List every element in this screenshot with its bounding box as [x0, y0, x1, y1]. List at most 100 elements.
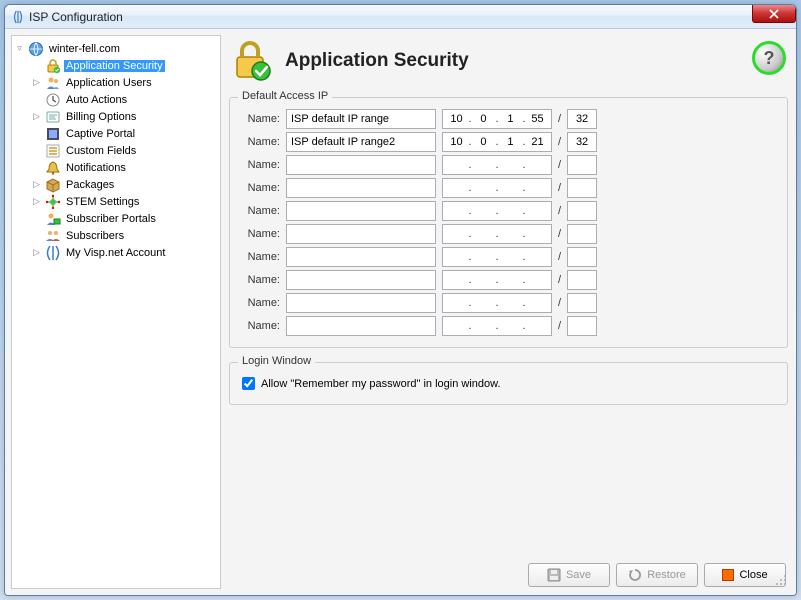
- fields-icon: [45, 143, 61, 159]
- expand-icon[interactable]: [31, 128, 42, 139]
- tree-item[interactable]: ▷ Packages: [14, 176, 218, 193]
- tree-item[interactable]: Custom Fields: [14, 142, 218, 159]
- expand-icon[interactable]: ▷: [31, 179, 42, 190]
- ip-address-input[interactable]: ...: [442, 270, 552, 290]
- ip-access-row: Name:.../: [240, 224, 777, 244]
- lock-green-icon: [45, 58, 61, 74]
- tree-item[interactable]: ▷My Visp.net Account: [14, 244, 218, 261]
- ip-address-input[interactable]: ...: [442, 293, 552, 313]
- visp-icon: [45, 245, 61, 261]
- cidr-mask-input[interactable]: [567, 247, 597, 267]
- tree-item-label: Notifications: [64, 162, 128, 174]
- tree-root[interactable]: ▿ winter-fell.com: [14, 40, 218, 57]
- ip-name-input[interactable]: [286, 132, 436, 152]
- save-icon: [547, 568, 561, 582]
- globe-icon: [28, 41, 44, 57]
- stop-icon: [722, 569, 734, 581]
- ip-address-input[interactable]: ...: [442, 178, 552, 198]
- isp-config-window: ISP Configuration ▿ winter-fell.com Appl…: [4, 4, 797, 596]
- app-icon: [11, 10, 25, 24]
- ip-address-input[interactable]: ...: [442, 201, 552, 221]
- ip-name-input[interactable]: [286, 224, 436, 244]
- expand-icon[interactable]: ▿: [14, 43, 25, 54]
- page-title: Application Security: [285, 50, 469, 72]
- tree-item-label: Packages: [64, 179, 116, 191]
- help-button[interactable]: ?: [752, 41, 786, 75]
- stem-icon: [45, 194, 61, 210]
- tree-item[interactable]: ▷ STEM Settings: [14, 193, 218, 210]
- tree-item-label: Custom Fields: [64, 145, 138, 157]
- close-button[interactable]: Close: [704, 563, 786, 587]
- tree-item[interactable]: Subscriber Portals: [14, 210, 218, 227]
- close-icon: [769, 9, 779, 19]
- ip-access-row: Name:10.0.1.55/: [240, 109, 777, 129]
- save-button[interactable]: Save: [528, 563, 610, 587]
- group-legend: Login Window: [238, 355, 315, 367]
- cidr-mask-input[interactable]: [567, 316, 597, 336]
- expand-icon[interactable]: ▷: [31, 196, 42, 207]
- tree-item[interactable]: Application Security: [14, 57, 218, 74]
- main-panel: Application Security ? Default Access IP…: [227, 35, 790, 589]
- tree-item-label: Application Users: [64, 77, 154, 89]
- ip-address-input[interactable]: ...: [442, 224, 552, 244]
- ip-name-input[interactable]: [286, 293, 436, 313]
- cidr-mask-input[interactable]: [567, 132, 597, 152]
- ip-name-input[interactable]: [286, 155, 436, 175]
- tree-item[interactable]: ▷ Application Users: [14, 74, 218, 91]
- ip-address-input[interactable]: 10.0.1.21: [442, 132, 552, 152]
- expand-icon[interactable]: ▷: [31, 77, 42, 88]
- expand-icon[interactable]: [31, 230, 42, 241]
- ip-address-input[interactable]: ...: [442, 316, 552, 336]
- remember-password-label[interactable]: Allow "Remember my password" in login wi…: [261, 378, 501, 390]
- name-label: Name:: [240, 136, 280, 148]
- tree-item[interactable]: Auto Actions: [14, 91, 218, 108]
- ip-address-input[interactable]: ...: [442, 247, 552, 267]
- ip-name-input[interactable]: [286, 270, 436, 290]
- expand-icon[interactable]: [31, 60, 42, 71]
- group-legend: Default Access IP: [238, 90, 332, 102]
- expand-icon[interactable]: ▷: [31, 247, 42, 258]
- window-close-button[interactable]: [752, 5, 796, 23]
- expand-icon[interactable]: ▷: [31, 111, 42, 122]
- titlebar[interactable]: ISP Configuration: [5, 5, 796, 29]
- name-label: Name:: [240, 113, 280, 125]
- window-body: ▿ winter-fell.com Application Security ▷ A…: [5, 29, 796, 595]
- portal-icon: [45, 126, 61, 142]
- cidr-slash: /: [558, 182, 561, 194]
- name-label: Name:: [240, 228, 280, 240]
- cidr-mask-input[interactable]: [567, 293, 597, 313]
- expand-icon[interactable]: [31, 162, 42, 173]
- cidr-mask-input[interactable]: [567, 178, 597, 198]
- ip-address-input[interactable]: 10.0.1.55: [442, 109, 552, 129]
- ip-name-input[interactable]: [286, 178, 436, 198]
- restore-button[interactable]: Restore: [616, 563, 698, 587]
- cidr-mask-input[interactable]: [567, 224, 597, 244]
- cidr-slash: /: [558, 297, 561, 309]
- tree-item[interactable]: Captive Portal: [14, 125, 218, 142]
- nav-tree[interactable]: ▿ winter-fell.com Application Security ▷ A…: [11, 35, 221, 589]
- ip-name-input[interactable]: [286, 316, 436, 336]
- ip-name-input[interactable]: [286, 109, 436, 129]
- remember-password-checkbox[interactable]: [242, 377, 255, 390]
- lock-check-icon: [231, 39, 275, 83]
- ip-access-row: Name:.../: [240, 247, 777, 267]
- ip-address-input[interactable]: ...: [442, 155, 552, 175]
- expand-icon[interactable]: [31, 145, 42, 156]
- cidr-mask-input[interactable]: [567, 270, 597, 290]
- expand-icon[interactable]: [31, 213, 42, 224]
- resize-grip-icon[interactable]: [775, 574, 787, 586]
- expand-icon[interactable]: [31, 94, 42, 105]
- tree-item[interactable]: Notifications: [14, 159, 218, 176]
- cidr-slash: /: [558, 274, 561, 286]
- cidr-mask-input[interactable]: [567, 109, 597, 129]
- ip-name-input[interactable]: [286, 201, 436, 221]
- name-label: Name:: [240, 320, 280, 332]
- name-label: Name:: [240, 297, 280, 309]
- tree-item-label: STEM Settings: [64, 196, 141, 208]
- tree-item[interactable]: ▷Billing Options: [14, 108, 218, 125]
- restore-label: Restore: [647, 569, 686, 581]
- cidr-mask-input[interactable]: [567, 201, 597, 221]
- ip-name-input[interactable]: [286, 247, 436, 267]
- tree-item[interactable]: Subscribers: [14, 227, 218, 244]
- cidr-mask-input[interactable]: [567, 155, 597, 175]
